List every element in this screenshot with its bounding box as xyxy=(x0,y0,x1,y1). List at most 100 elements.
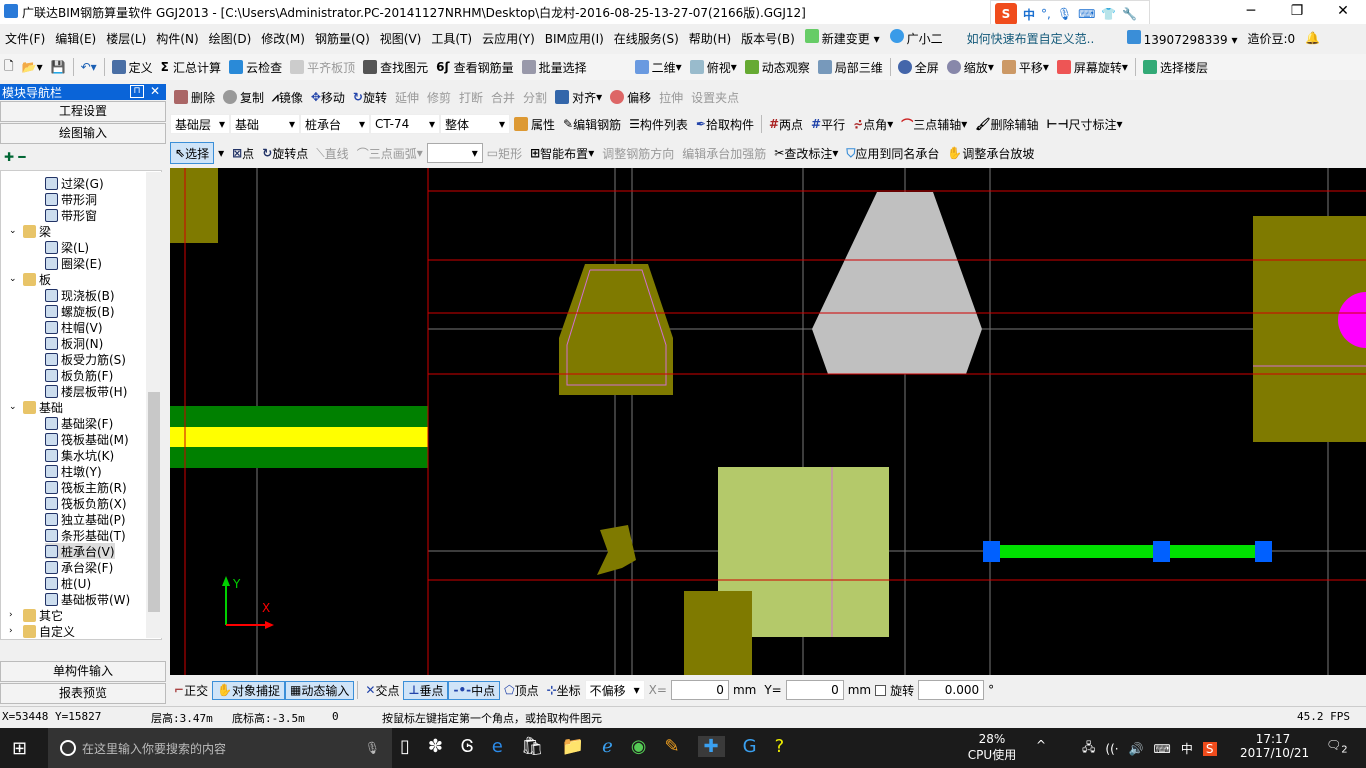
menu-tools[interactable]: 工具(T) xyxy=(426,30,477,47)
adjust-rebar-direction-button[interactable]: 调整钢筋方向 xyxy=(598,145,678,162)
object-snap-button[interactable]: ✋ 对象捕捉 xyxy=(212,680,286,700)
align-button[interactable]: 对齐 ▾ xyxy=(551,89,606,106)
tree-item[interactable]: 板负筋(F) xyxy=(45,367,113,383)
wifi-icon[interactable]: ((· xyxy=(1105,742,1118,756)
trim-button[interactable]: 修剪 xyxy=(423,89,455,106)
adjust-slope-button[interactable]: ✋ 调整承台放坡 xyxy=(943,145,1038,162)
component-select[interactable]: CT-74 ▾ xyxy=(370,114,440,134)
user-button[interactable]: 13907298339 ▾ xyxy=(1122,29,1243,47)
small-pile-cap[interactable] xyxy=(597,525,636,575)
delete-axis-button[interactable]: 🖌 删除辅轴 xyxy=(971,116,1042,133)
single-input-button[interactable]: 单构件输入 xyxy=(0,661,166,682)
category-select[interactable]: 基础 ▾ xyxy=(230,114,300,134)
tree-item[interactable]: 桩承台(V) xyxy=(45,543,115,559)
microphone-icon[interactable]: 🎙 xyxy=(365,741,380,755)
three-point-axis-button[interactable]: ⌒ 三点辅轴 ▾ xyxy=(897,116,971,133)
menu-modify[interactable]: 修改(M) xyxy=(256,30,310,47)
tree-item[interactable]: 筏板负筋(X) xyxy=(45,495,127,511)
extend-button[interactable]: 延伸 xyxy=(391,89,423,106)
align-top-button[interactable]: 平齐板顶 xyxy=(286,59,359,76)
pile-cap-trapezoid[interactable] xyxy=(559,264,673,395)
dynamic-input-button[interactable]: ▦ 动态输入 xyxy=(285,680,355,700)
ime-punct[interactable]: °, xyxy=(1041,7,1051,21)
stretch-button[interactable]: 拉伸 xyxy=(655,89,687,106)
menu-rebar[interactable]: 钢筋量(Q) xyxy=(310,30,375,47)
network-icon[interactable]: 🖧 xyxy=(1082,738,1095,759)
tree-item[interactable]: 基础板带(W) xyxy=(45,591,130,607)
arc-button[interactable]: ⌒ 三点画弧 ▾ xyxy=(353,145,427,162)
menu-help[interactable]: 帮助(H) xyxy=(684,30,736,47)
tree-item[interactable]: 梁(L) xyxy=(45,239,89,255)
tree-item[interactable]: 筏板主筋(R) xyxy=(45,479,127,495)
browser-green-icon[interactable]: ◉ xyxy=(631,736,647,757)
app-fan-icon[interactable]: ✽ xyxy=(428,736,443,757)
tree-item[interactable]: 桩(U) xyxy=(45,575,91,591)
report-button[interactable]: 报表预览 xyxy=(0,683,166,704)
floor-select[interactable]: 基础层 ▾ xyxy=(170,114,230,134)
shirt-icon[interactable]: 👕 xyxy=(1101,7,1116,21)
assistant-button[interactable]: 广小二 xyxy=(885,29,948,47)
keyboard-tray-icon[interactable]: ⌨ xyxy=(1154,742,1171,756)
edit-rebar-button[interactable]: ✎ 编辑钢筋 xyxy=(559,116,625,133)
set-grip-button[interactable]: 设置夹点 xyxy=(687,89,743,106)
expand-toggle-icon[interactable]: ⌄ xyxy=(9,402,23,412)
two-point-axis-button[interactable]: # 两点 xyxy=(765,116,807,133)
menu-floor[interactable]: 楼层(L) xyxy=(101,30,151,47)
tree-item[interactable]: 条形基础(T) xyxy=(45,527,126,543)
tree-item[interactable]: 承台梁(F) xyxy=(45,559,113,575)
close-button[interactable]: ✕ xyxy=(1320,0,1366,24)
help-app-icon[interactable]: ? xyxy=(775,736,785,757)
pin-icon[interactable]: ⊓ xyxy=(130,85,144,98)
tree-item[interactable]: 板受力筋(S) xyxy=(45,351,126,367)
zoom-button[interactable]: 缩放 ▾ xyxy=(943,59,998,76)
merge-button[interactable]: 合并 xyxy=(487,89,519,106)
mirror-button[interactable]: ⩘ 镜像 xyxy=(268,89,307,106)
rotate-point-button[interactable]: ↻ 旋转点 xyxy=(258,145,312,162)
tree-folder[interactable]: ⌄ 梁 xyxy=(9,223,51,239)
glodon-app-icon[interactable]: ✚ xyxy=(697,736,725,757)
pick-component-button[interactable]: ✒ 拾取构件 xyxy=(692,116,758,133)
ime-lang[interactable]: 中 xyxy=(1023,6,1035,23)
maximize-button[interactable]: ❐ xyxy=(1274,0,1320,24)
expand-toggle-icon[interactable]: ⌄ xyxy=(9,226,23,236)
wrench-icon[interactable]: 🔧 xyxy=(1122,7,1137,21)
menu-view[interactable]: 视图(V) xyxy=(375,30,427,47)
tree-item[interactable]: 楼层板带(H) xyxy=(45,383,127,399)
smart-place-button[interactable]: ⊞ 智能布置 ▾ xyxy=(526,145,598,162)
parallel-axis-button[interactable]: # 平行 xyxy=(807,116,849,133)
tree-item[interactable]: 筏板基础(M) xyxy=(45,431,129,447)
explorer-icon[interactable]: 📁 xyxy=(562,736,584,757)
tree-item[interactable]: 过梁(G) xyxy=(45,175,104,191)
tip-link[interactable]: 如何快速布置自定义范.. xyxy=(962,30,1122,47)
tree-folder[interactable]: › 其它 xyxy=(9,607,63,623)
open-icon[interactable]: 📂▾ xyxy=(18,60,47,74)
menu-file[interactable]: 文件(F) xyxy=(0,30,50,47)
tree-item[interactable]: 板洞(N) xyxy=(45,335,103,351)
dimension-button[interactable]: ⊢⊣ 尺寸标注 ▾ xyxy=(1043,116,1127,133)
2d-button[interactable]: 二维 ▾ xyxy=(631,59,686,76)
batch-select-button[interactable]: 批量选择 xyxy=(518,59,591,76)
task-view-icon[interactable]: ▯ xyxy=(400,736,410,757)
tree-item[interactable]: 独立基础(P) xyxy=(45,511,126,527)
local-3d-button[interactable]: 局部三维 xyxy=(814,59,887,76)
ime-tray[interactable]: 中 xyxy=(1181,740,1193,757)
select-floor-button[interactable]: 选择楼层 xyxy=(1139,59,1212,76)
bell-icon[interactable]: 🔔 xyxy=(1300,31,1325,45)
tree-item[interactable]: 柱墩(Y) xyxy=(45,463,102,479)
tree-item[interactable]: 螺旋板(B) xyxy=(45,303,115,319)
menu-online[interactable]: 在线服务(S) xyxy=(609,30,684,47)
expand-toggle-icon[interactable]: › xyxy=(9,626,23,636)
point-angle-button[interactable]: ⩫ 点角 ▾ xyxy=(849,116,897,133)
coordinate-snap-button[interactable]: ⊹ 坐标 xyxy=(543,682,585,699)
start-button[interactable]: ⊞ xyxy=(12,738,27,759)
type-select[interactable]: 桩承台 ▾ xyxy=(300,114,370,134)
select-button[interactable]: ⇖ 选择 xyxy=(170,142,215,164)
glodon-g-icon[interactable]: G xyxy=(743,736,757,757)
rotate-button[interactable]: ↻ 旋转 xyxy=(349,89,391,106)
pile-cap[interactable] xyxy=(170,168,218,243)
rectangle-button[interactable]: ▭ 矩形 xyxy=(483,145,526,162)
minimize-button[interactable]: ─ xyxy=(1228,0,1274,24)
rotate-checkbox[interactable] xyxy=(875,684,887,696)
grip-handle[interactable] xyxy=(1255,541,1272,562)
vertex-snap-button[interactable]: ⬠ 顶点 xyxy=(500,682,542,699)
